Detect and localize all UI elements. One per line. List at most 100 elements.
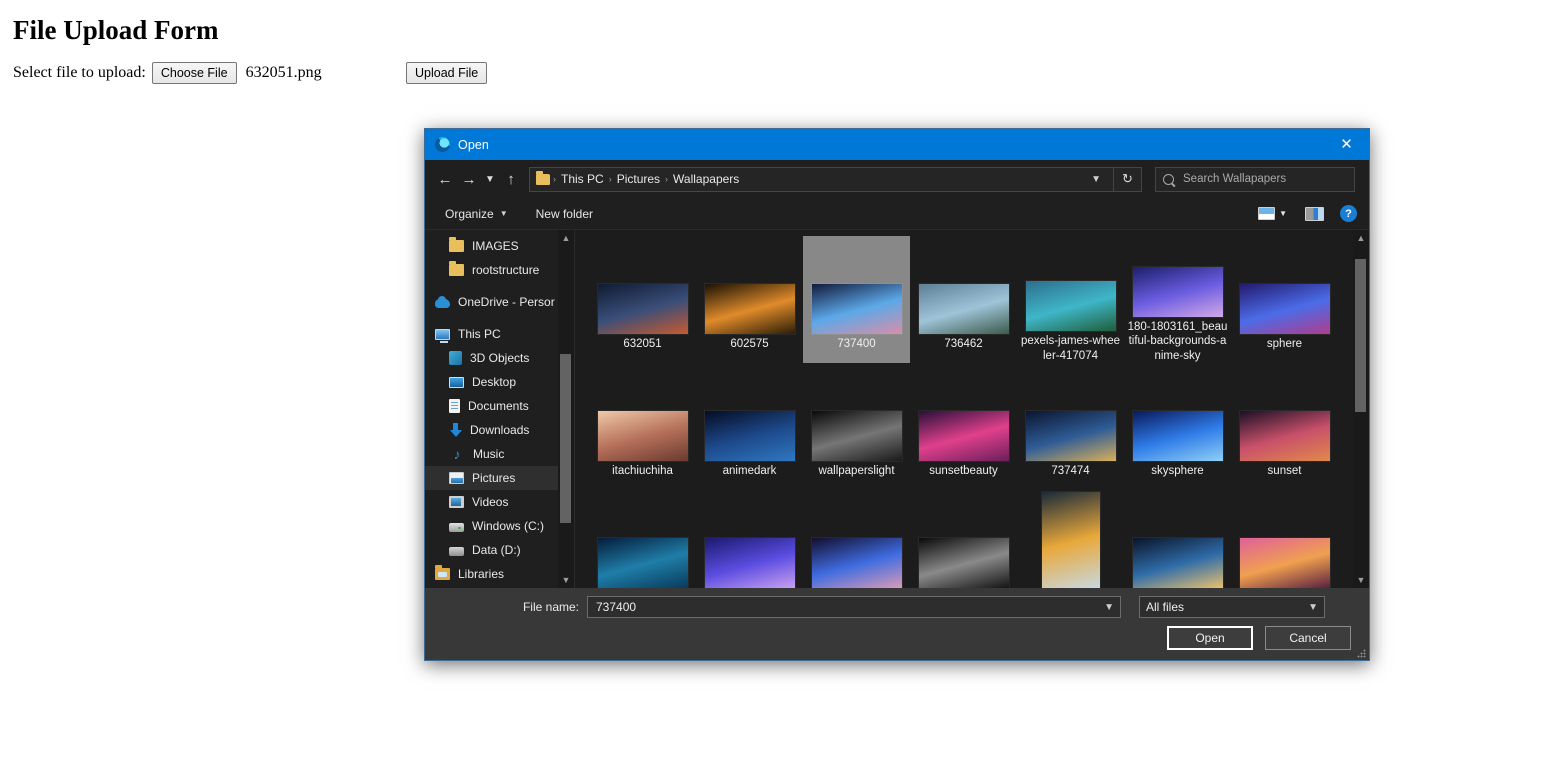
dialog-body: IMAGES rootstructure OneDrive - Persor This…: [425, 230, 1369, 588]
file-thumbnail-image: [597, 538, 688, 588]
file-tile[interactable]: [1231, 490, 1338, 588]
file-name-label: 180-1803161_beautiful-backgrounds-anime-…: [1127, 320, 1228, 362]
sidebar-item-onedrive-persor[interactable]: OneDrive - Persor: [425, 290, 574, 314]
file-tile[interactable]: sphere: [1231, 236, 1338, 363]
sidebar-item-documents[interactable]: Documents: [425, 394, 574, 418]
thumbnail-wrapper: [1026, 492, 1116, 588]
sidebar-item-this-pc[interactable]: This PC: [425, 322, 574, 346]
sidebar-item-label: rootstructure: [472, 263, 540, 277]
sidebar-item-desktop[interactable]: Desktop: [425, 370, 574, 394]
sidebar-item-libraries[interactable]: Libraries: [425, 562, 574, 586]
scroll-down-chevron-down-icon[interactable]: ▼: [558, 572, 574, 588]
breadcrumb[interactable]: › This PC › Pictures › Wallapapers ▼: [529, 166, 1114, 192]
navigation-scrollbar[interactable]: ▲ ▼: [558, 230, 574, 588]
filename-chevron-down-icon[interactable]: ▼: [1104, 602, 1114, 613]
page-title: File Upload Form: [13, 15, 219, 45]
open-button[interactable]: Open: [1167, 626, 1253, 650]
choose-file-button[interactable]: Choose File: [151, 62, 237, 85]
file-tile[interactable]: [910, 490, 1017, 588]
file-tile[interactable]: 737400: [803, 236, 910, 363]
file-tile[interactable]: [1017, 490, 1124, 588]
forward-arrow-icon[interactable]: →: [457, 167, 481, 191]
search-box[interactable]: [1155, 166, 1355, 192]
breadcrumb-item-this-pc[interactable]: This PC: [557, 172, 608, 186]
file-tile[interactable]: skysphere: [1124, 363, 1231, 490]
file-tile[interactable]: [1124, 490, 1231, 588]
breadcrumb-item-wallapapers[interactable]: Wallapapers: [669, 172, 743, 186]
sidebar-item-videos[interactable]: Videos: [425, 490, 574, 514]
disk-drive-icon: [449, 523, 464, 532]
thumbnail-wrapper: [1132, 365, 1223, 461]
libraries-icon: [435, 565, 450, 580]
file-tile[interactable]: pexels-james-wheeler-417074: [1017, 236, 1124, 363]
file-name-label: sunset: [1267, 465, 1302, 477]
resize-grip-icon[interactable]: [1357, 649, 1366, 658]
file-tile[interactable]: [589, 490, 696, 588]
sidebar-item-music[interactable]: ♪ Music: [425, 442, 574, 466]
file-thumbnail-image: [918, 538, 1009, 588]
chevron-down-icon: ▼: [499, 209, 508, 218]
sidebar-item-pictures[interactable]: Pictures: [425, 466, 574, 490]
view-layout-icon[interactable]: [1258, 207, 1276, 220]
thumbnail-wrapper: [811, 492, 902, 588]
dialog-footer: File name: ▼ All files ▼ Open Cancel: [425, 588, 1369, 660]
file-tile[interactable]: [696, 490, 803, 588]
sidebar-item-windows-c[interactable]: Windows (C:): [425, 514, 574, 538]
file-thumbnail-image: [597, 284, 688, 334]
file-tile[interactable]: animedark: [696, 363, 803, 490]
file-tile[interactable]: 736462: [910, 236, 1017, 363]
file-thumbnail-image: [704, 538, 795, 588]
content-scrollbar[interactable]: ▲ ▼: [1353, 230, 1369, 588]
filename-combobox[interactable]: ▼: [587, 596, 1121, 618]
sidebar-item-3d-objects[interactable]: 3D Objects: [425, 346, 574, 370]
sidebar-item-data-d[interactable]: Data (D:): [425, 538, 574, 562]
nav-scroll-track[interactable]: [558, 246, 574, 572]
file-list-pane: 632051 602575 737400 736462 pexels-james-whe…: [575, 230, 1369, 588]
file-type-filter-select[interactable]: All files ▼: [1139, 596, 1325, 618]
nav-scroll-thumb[interactable]: [560, 353, 571, 524]
content-scroll-thumb[interactable]: [1355, 259, 1366, 413]
scroll-up-chevron-up-icon[interactable]: ▲: [1353, 230, 1369, 246]
documents-icon: [449, 399, 460, 413]
up-arrow-icon[interactable]: ↑: [499, 167, 523, 191]
new-folder-button[interactable]: New folder: [530, 204, 599, 224]
breadcrumb-item-pictures[interactable]: Pictures: [613, 172, 664, 186]
search-input[interactable]: [1181, 172, 1347, 186]
content-scroll-track[interactable]: [1353, 246, 1369, 572]
sidebar-item-images[interactable]: IMAGES: [425, 234, 574, 258]
view-chevron-down-icon[interactable]: ▼: [1275, 206, 1291, 221]
thumbnail-wrapper: [1239, 365, 1330, 461]
sidebar-item-downloads[interactable]: Downloads: [425, 418, 574, 442]
upload-file-button[interactable]: Upload File: [406, 62, 488, 85]
close-icon[interactable]: ✕: [1324, 129, 1369, 160]
file-tile[interactable]: 602575: [696, 236, 803, 363]
file-thumbnail-image: [1132, 266, 1223, 317]
file-tile[interactable]: itachiuchiha: [589, 363, 696, 490]
file-tile[interactable]: 180-1803161_beautiful-backgrounds-anime-…: [1124, 236, 1231, 363]
file-thumbnail-image: [1132, 411, 1223, 461]
file-tile[interactable]: sunsetbeauty: [910, 363, 1017, 490]
navigation-pane: IMAGES rootstructure OneDrive - Persor This…: [425, 230, 575, 588]
sidebar-item-label: OneDrive - Persor: [458, 295, 555, 309]
refresh-icon[interactable]: ↻: [1114, 166, 1142, 192]
recent-locations-chevron-down-icon[interactable]: ▼: [481, 167, 499, 191]
filename-input[interactable]: [594, 599, 1105, 615]
thumbnail-wrapper: [704, 492, 795, 588]
sidebar-item-rootstructure[interactable]: rootstructure: [425, 258, 574, 282]
breadcrumb-chevron-down-icon[interactable]: ▼: [1085, 174, 1107, 185]
file-tile[interactable]: [803, 490, 910, 588]
back-arrow-icon[interactable]: ←: [433, 167, 457, 191]
dialog-titlebar[interactable]: Open ✕: [425, 129, 1369, 160]
file-grid: 632051 602575 737400 736462 pexels-james-whe…: [575, 230, 1353, 588]
file-tile[interactable]: sunset: [1231, 363, 1338, 490]
preview-pane-icon[interactable]: [1305, 206, 1324, 221]
organize-button[interactable]: Organize ▼: [439, 204, 514, 224]
help-icon[interactable]: ?: [1340, 205, 1357, 222]
cancel-button[interactable]: Cancel: [1265, 626, 1351, 650]
scroll-down-chevron-down-icon[interactable]: ▼: [1353, 572, 1369, 588]
scroll-up-chevron-up-icon[interactable]: ▲: [558, 230, 574, 246]
file-tile[interactable]: wallpaperslight: [803, 363, 910, 490]
file-tile[interactable]: 632051: [589, 236, 696, 363]
pictures-icon: [449, 472, 464, 484]
file-tile[interactable]: 737474: [1017, 363, 1124, 490]
